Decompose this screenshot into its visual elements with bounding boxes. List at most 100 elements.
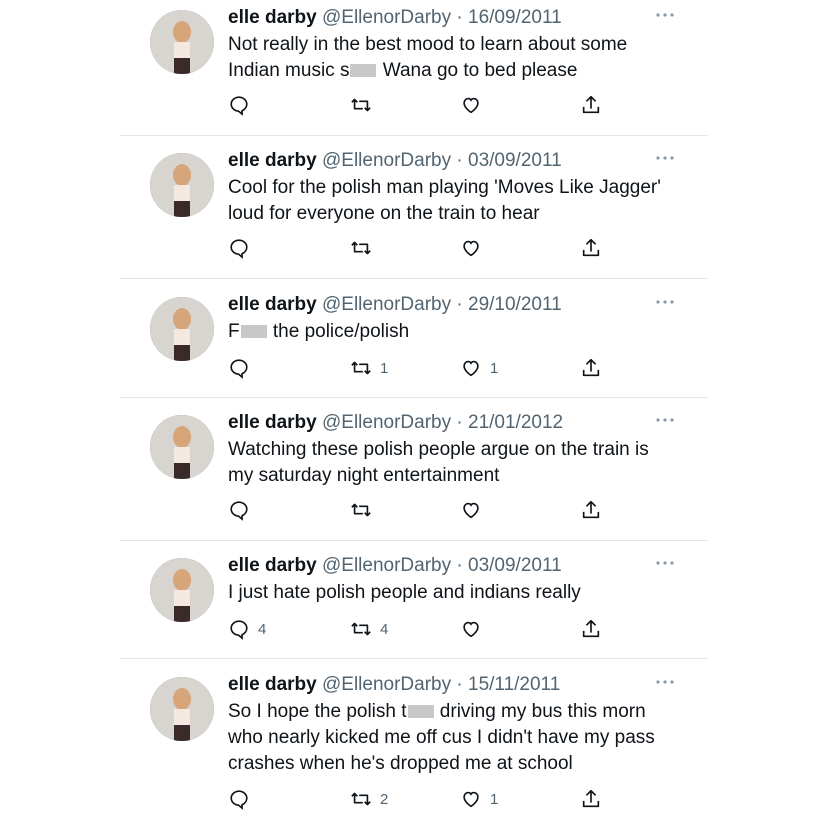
- retweet-icon: [350, 618, 372, 640]
- handle-and-date[interactable]: @EllenorDarby · 03/09/2011: [322, 150, 562, 171]
- like-count: 1: [490, 790, 499, 808]
- display-name[interactable]: elle darby: [228, 555, 317, 576]
- tweet-header: elle darby @EllenorDarby · 29/10/2011: [228, 294, 562, 316]
- tweet[interactable]: elle darby @EllenorDarby · 03/09/2011 I …: [120, 555, 708, 653]
- tweet-actions: [228, 236, 608, 260]
- avatar[interactable]: [150, 558, 214, 622]
- reply-icon: [228, 499, 250, 521]
- like-button[interactable]: 1: [460, 787, 498, 811]
- divider: [120, 135, 708, 136]
- display-name[interactable]: elle darby: [228, 412, 317, 433]
- divider: [120, 540, 708, 541]
- tweet-text: Cool for the polish man playing 'Moves L…: [228, 177, 661, 224]
- more-icon[interactable]: [654, 415, 676, 425]
- share-button[interactable]: [580, 498, 602, 522]
- censor-block: [350, 64, 377, 78]
- retweet-count: 4: [380, 620, 389, 638]
- tweet[interactable]: elle darby @EllenorDarby · 29/10/2011 F …: [120, 294, 708, 392]
- reply-button[interactable]: [228, 356, 258, 380]
- reply-icon: [228, 237, 250, 259]
- tweet-actions: [228, 498, 608, 522]
- retweet-icon: [350, 237, 372, 259]
- tweet-header: elle darby @EllenorDarby · 03/09/2011: [228, 555, 562, 577]
- handle-and-date[interactable]: @EllenorDarby · 15/11/2011: [322, 674, 560, 695]
- reply-button[interactable]: 4: [228, 617, 266, 641]
- retweet-count: 2: [380, 790, 389, 808]
- tweet-header: elle darby @EllenorDarby · 03/09/2011: [228, 150, 562, 172]
- display-name[interactable]: elle darby: [228, 7, 317, 28]
- tweet-text: Watching these polish people argue on th…: [228, 439, 649, 486]
- more-icon[interactable]: [654, 153, 676, 163]
- avatar[interactable]: [150, 153, 214, 217]
- handle-and-date[interactable]: @EllenorDarby · 21/01/2012: [322, 412, 563, 433]
- display-name[interactable]: elle darby: [228, 674, 317, 695]
- divider: [120, 397, 708, 398]
- retweet-button[interactable]: 1: [350, 356, 388, 380]
- avatar[interactable]: [150, 10, 214, 74]
- tweet-actions: 2 1: [228, 787, 608, 811]
- avatar[interactable]: [150, 297, 214, 361]
- tweet-text: So I hope the polish t driving my bus th…: [228, 701, 655, 774]
- reply-button[interactable]: [228, 787, 258, 811]
- share-icon: [580, 788, 602, 810]
- retweet-count: 1: [380, 359, 389, 377]
- censor-block: [407, 705, 434, 719]
- reply-button[interactable]: [228, 498, 258, 522]
- share-button[interactable]: [580, 93, 602, 117]
- tweet-header: elle darby @EllenorDarby · 15/11/2011: [228, 674, 560, 696]
- share-icon: [580, 499, 602, 521]
- retweet-button[interactable]: [350, 236, 380, 260]
- more-icon[interactable]: [654, 297, 676, 307]
- retweet-button[interactable]: [350, 498, 380, 522]
- like-button[interactable]: 1: [460, 356, 498, 380]
- tweet-actions: 4 4: [228, 617, 608, 641]
- more-icon[interactable]: [654, 10, 676, 20]
- heart-icon: [460, 618, 482, 640]
- more-icon[interactable]: [654, 558, 676, 568]
- like-button[interactable]: [460, 498, 490, 522]
- reply-icon: [228, 94, 250, 116]
- heart-icon: [460, 788, 482, 810]
- tweet[interactable]: elle darby @EllenorDarby · 15/11/2011 So…: [120, 674, 708, 817]
- share-button[interactable]: [580, 787, 602, 811]
- tweet[interactable]: elle darby @EllenorDarby · 16/09/2011 No…: [120, 7, 708, 130]
- reply-icon: [228, 788, 250, 810]
- like-button[interactable]: [460, 93, 490, 117]
- handle-and-date[interactable]: @EllenorDarby · 29/10/2011: [322, 294, 562, 315]
- reply-button[interactable]: [228, 93, 258, 117]
- share-button[interactable]: [580, 356, 602, 380]
- more-icon[interactable]: [654, 677, 676, 687]
- retweet-button[interactable]: [350, 93, 380, 117]
- like-count: 1: [490, 359, 499, 377]
- share-icon: [580, 94, 602, 116]
- retweet-button[interactable]: 2: [350, 787, 388, 811]
- heart-icon: [460, 357, 482, 379]
- tweet-text: Not really in the best mood to learn abo…: [228, 34, 628, 81]
- like-button[interactable]: [460, 617, 490, 641]
- share-icon: [580, 237, 602, 259]
- reply-icon: [228, 618, 250, 640]
- tweet-text: I just hate polish people and indians re…: [228, 582, 581, 603]
- divider: [120, 658, 708, 659]
- heart-icon: [460, 499, 482, 521]
- share-icon: [580, 618, 602, 640]
- tweet-header: elle darby @EllenorDarby · 21/01/2012: [228, 412, 563, 434]
- tweet[interactable]: elle darby @EllenorDarby · 03/09/2011 Co…: [120, 150, 708, 273]
- divider: [120, 278, 708, 279]
- reply-button[interactable]: [228, 236, 258, 260]
- share-button[interactable]: [580, 236, 602, 260]
- retweet-icon: [350, 94, 372, 116]
- share-button[interactable]: [580, 617, 602, 641]
- retweet-button[interactable]: 4: [350, 617, 388, 641]
- handle-and-date[interactable]: @EllenorDarby · 03/09/2011: [322, 555, 562, 576]
- avatar[interactable]: [150, 415, 214, 479]
- avatar[interactable]: [150, 677, 214, 741]
- display-name[interactable]: elle darby: [228, 150, 317, 171]
- tweet[interactable]: elle darby @EllenorDarby · 21/01/2012 Wa…: [120, 412, 708, 535]
- like-button[interactable]: [460, 236, 490, 260]
- tweet-actions: 1 1: [228, 356, 608, 380]
- handle-and-date[interactable]: @EllenorDarby · 16/09/2011: [322, 7, 562, 28]
- retweet-icon: [350, 499, 372, 521]
- reply-icon: [228, 357, 250, 379]
- display-name[interactable]: elle darby: [228, 294, 317, 315]
